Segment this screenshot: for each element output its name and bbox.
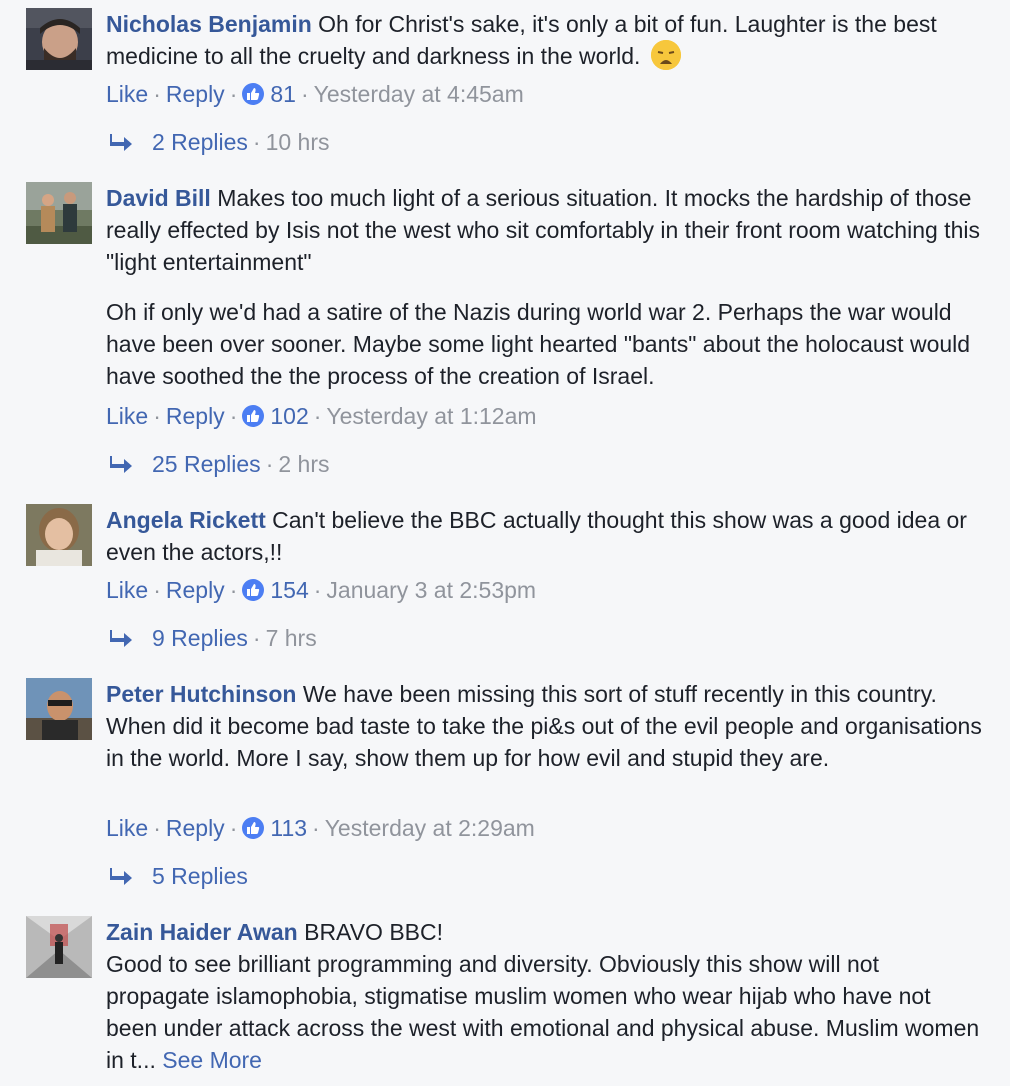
author-name[interactable]: Peter Hutchinson (106, 681, 296, 707)
reply-link[interactable]: Reply (166, 577, 225, 603)
replies-link[interactable]: 2 Replies (152, 129, 248, 155)
reaction-count[interactable]: 113 (270, 815, 307, 841)
avatar[interactable] (26, 504, 92, 566)
reply-link[interactable]: Reply (166, 81, 225, 107)
comment-actions: Like · Reply · 113 · Yesterday at 2:29am (106, 815, 535, 841)
replies-link[interactable]: 5 Replies (152, 863, 248, 889)
replies-row[interactable]: 5 Replies (108, 860, 248, 894)
comment-body: Angela Rickett Can't believe the BBC act… (106, 504, 986, 568)
reply-arrow-icon (108, 128, 136, 160)
avatar[interactable] (26, 678, 92, 740)
avatar[interactable] (26, 182, 92, 244)
replies-link[interactable]: 25 Replies (152, 451, 261, 477)
like-link[interactable]: Like (106, 403, 148, 429)
author-name[interactable]: Nicholas Benjamin (106, 11, 312, 37)
timestamp[interactable]: January 3 at 2:53pm (326, 577, 536, 603)
comment-actions: Like · Reply · 102 · Yesterday at 1:12am (106, 403, 537, 429)
comment-actions: Like · Reply · 154 · January 3 at 2:53pm (106, 577, 537, 603)
replies-link[interactable]: 9 Replies (152, 625, 248, 651)
comment-text: BRAVO BBC! (304, 919, 443, 945)
comment-body: Zain Haider Awan BRAVO BBC! Good to see … (106, 916, 986, 1076)
reply-link[interactable]: Reply (166, 403, 225, 429)
reply-link[interactable]: Reply (166, 815, 225, 841)
replies-row[interactable]: 9 Replies · 7 hrs (108, 622, 317, 656)
reaction-count[interactable]: 102 (270, 403, 308, 429)
like-link[interactable]: Like (106, 815, 148, 841)
comment-text: Oh if only we'd had a satire of the Nazi… (106, 299, 971, 389)
timestamp[interactable]: Yesterday at 4:45am (314, 81, 524, 107)
replies-time: 7 hrs (265, 625, 317, 651)
replies-time: 10 hrs (265, 129, 330, 155)
like-reaction-icon[interactable] (242, 405, 265, 427)
like-link[interactable]: Like (106, 577, 148, 603)
timestamp[interactable]: Yesterday at 2:29am (325, 815, 535, 841)
like-reaction-icon[interactable] (242, 83, 265, 105)
avatar[interactable] (26, 8, 92, 70)
like-reaction-icon[interactable] (242, 579, 265, 601)
reply-arrow-icon (108, 624, 136, 656)
comment-body: David Bill Makes too much light of a ser… (106, 182, 986, 392)
reaction-count[interactable]: 154 (270, 577, 308, 603)
replies-time: 2 hrs (278, 451, 330, 477)
comment-actions: Like · Reply · 81 · Yesterday at 4:45am (106, 81, 524, 107)
author-name[interactable]: David Bill (106, 185, 211, 211)
replies-row[interactable]: 2 Replies · 10 hrs (108, 126, 330, 160)
timestamp[interactable]: Yesterday at 1:12am (326, 403, 536, 429)
like-link[interactable]: Like (106, 81, 148, 107)
reply-arrow-icon (108, 862, 136, 894)
comment-body: Peter Hutchinson We have been missing th… (106, 678, 986, 774)
comment-text: Makes too much light of a serious situat… (106, 185, 980, 275)
reaction-count[interactable]: 81 (270, 81, 296, 107)
comment-body: Nicholas Benjamin Oh for Christ's sake, … (106, 8, 986, 72)
reply-arrow-icon (108, 450, 136, 482)
weary-face-emoji-icon (650, 40, 681, 70)
author-name[interactable]: Zain Haider Awan (106, 919, 298, 945)
replies-row[interactable]: 25 Replies · 2 hrs (108, 448, 330, 482)
see-more-link[interactable]: See More (162, 1047, 262, 1073)
like-reaction-icon[interactable] (242, 817, 265, 839)
author-name[interactable]: Angela Rickett (106, 507, 266, 533)
avatar[interactable] (26, 916, 92, 978)
